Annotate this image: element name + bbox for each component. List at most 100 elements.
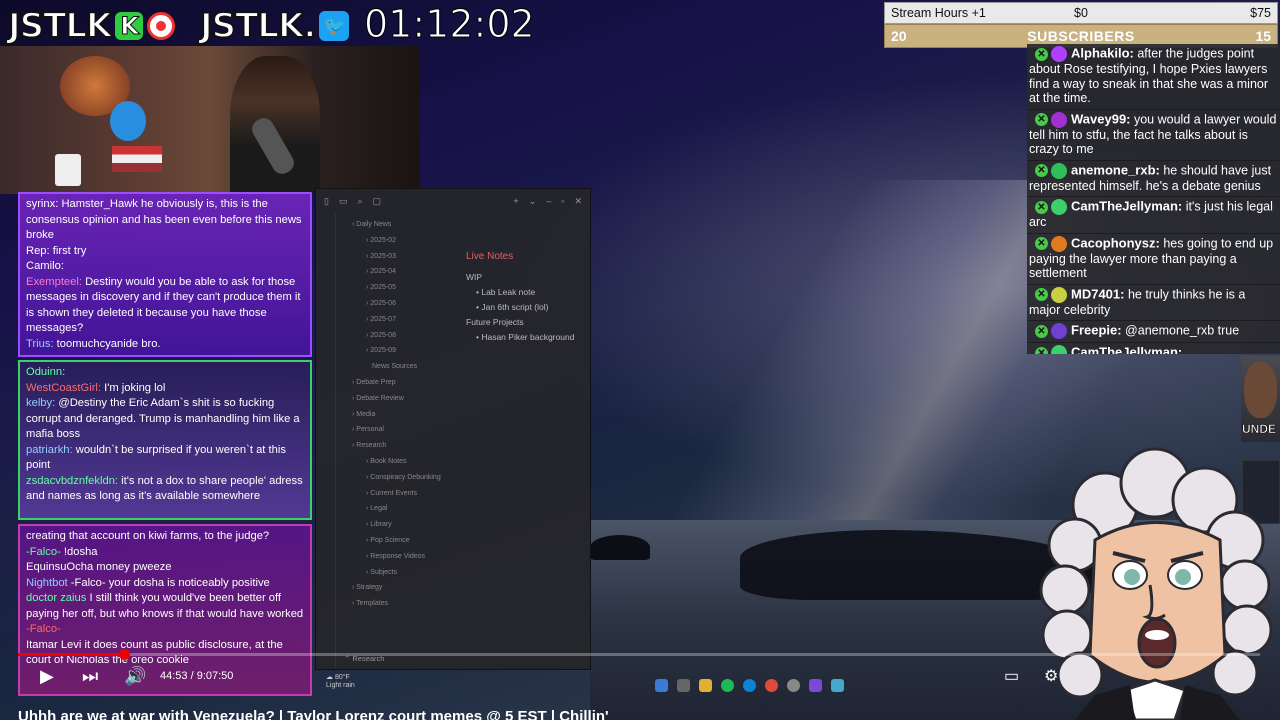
file-tree-item[interactable]: › 2025-05: [344, 280, 469, 296]
note-line[interactable]: • Jan 6th script (lol): [466, 300, 586, 315]
chat-username: patriarkh:: [26, 443, 76, 456]
video-title[interactable]: Uhhh are we at war with Venezuela? | Tay…: [18, 708, 609, 720]
note-line[interactable]: • Hasan Piker background: [466, 330, 586, 345]
chat-line: Nightbot -Falco- your dosha is noticeabl…: [26, 576, 304, 592]
file-tree-item[interactable]: › Conspiracy Debunking: [344, 470, 469, 486]
chat-username: Nightbot: [26, 576, 71, 589]
chat-username: CamTheJellyman:: [1071, 198, 1183, 214]
chat-username: Wavey99:: [1071, 110, 1131, 126]
file-tree-label: Strategy: [356, 584, 383, 592]
settings-gear-icon[interactable]: ⚙: [1044, 666, 1058, 686]
chat-username: syrinx:: [26, 198, 62, 210]
chat-message: ✕ Cacophonysz: hes going to end up paying…: [1027, 234, 1280, 285]
sub-goal: 15: [1255, 28, 1272, 44]
logo-text: JSTLK.: [199, 5, 317, 47]
chat-username: EquinsuOcha: [26, 561, 97, 573]
file-tree-item[interactable]: › 2025-02: [344, 233, 469, 249]
twitter-bird-icon: 🐦: [319, 11, 350, 41]
streamer: [230, 56, 320, 194]
jstlk-twitter-logo: JSTLK. 🐦: [199, 5, 350, 47]
file-tree-label: 2025-08: [370, 331, 396, 339]
thumbnail-text: UNDE: [1242, 422, 1277, 437]
chat-username: Oduinn:: [26, 366, 66, 378]
file-tree-item[interactable]: › 2025-03: [344, 249, 469, 265]
note-pane[interactable]: Live Notes WIP • Lab Leak note • Jan 6th s…: [466, 249, 586, 345]
logo-text: JSTLK: [7, 5, 113, 47]
chat-username: Freepie:: [1071, 322, 1122, 338]
maximize-icon[interactable]: ▫: [561, 196, 564, 206]
file-tree-item[interactable]: › Debate Prep: [344, 375, 469, 391]
file-tree-item[interactable]: › Personal: [344, 422, 469, 438]
file-tree-item[interactable]: › 2025-08: [344, 328, 469, 344]
chat-username: -Falco-: [26, 545, 64, 558]
file-tree-label: Debate Review: [356, 394, 404, 402]
file-tree-item[interactable]: › Response Videos: [344, 549, 469, 565]
note-line[interactable]: • Lab Leak note: [466, 285, 586, 300]
note-line[interactable]: WIP: [466, 270, 586, 285]
file-tree-label: 2025-09: [370, 347, 396, 355]
minimize-icon[interactable]: –: [546, 196, 551, 206]
rocks-silhouette-small: [590, 535, 650, 560]
chat-username: -Falco-: [26, 623, 61, 635]
file-tree-item[interactable]: › Subjects: [344, 565, 469, 581]
new-tab-icon[interactable]: +: [513, 196, 518, 206]
secondary-chat-overlay: syrinx: Hamster_Hawk he obviously is, th…: [18, 192, 312, 697]
file-tree-item[interactable]: News Sources: [344, 359, 469, 375]
file-tree-item[interactable]: › Pop Science: [344, 533, 469, 549]
thumbnail-face: [1244, 362, 1277, 418]
stream-frame: JSTLK K JSTLK. 🐦 01:12:02 Stream Hours +…: [0, 0, 1280, 720]
file-tree-label: 2025-04: [370, 268, 396, 276]
file-tree-item[interactable]: › Templates: [344, 596, 469, 612]
notes-app-window[interactable]: ▯ ▭ ⌕ ▢ + ⌄ – ▫ ✕ › Daily News › 2025-02 ›…: [315, 188, 591, 670]
chat-overlay: ✕ Alphakilo: after the judges point about…: [1027, 44, 1280, 354]
user-avatar: [1051, 46, 1067, 62]
file-tree-item[interactable]: › Strategy: [344, 580, 469, 596]
chat-box-1: syrinx: Hamster_Hawk he obviously is, th…: [18, 192, 312, 357]
file-tree-item[interactable]: › 2025-07: [344, 312, 469, 328]
progress-bar[interactable]: [18, 649, 1260, 660]
scrubber-handle[interactable]: [119, 649, 130, 660]
file-tree-item[interactable]: › Media: [344, 407, 469, 423]
file-tree-label: News Sources: [372, 363, 418, 371]
file-tree-item[interactable]: › Current Events: [344, 486, 469, 502]
file-tree-item[interactable]: › 2025-06: [344, 296, 469, 312]
volume-icon[interactable]: 🔊: [124, 666, 146, 687]
file-tree[interactable]: › Daily News › 2025-02 › 2025-03 › 2025-04 ›…: [344, 217, 469, 645]
note-line[interactable]: Future Projects: [466, 315, 586, 330]
sidebar-toggle-icon[interactable]: ▯: [324, 196, 329, 207]
chat-line: doctor zaius I still think you would've …: [26, 591, 304, 622]
file-tree-item[interactable]: › Research: [344, 438, 469, 454]
subtitles-icon[interactable]: ▭: [1004, 666, 1019, 686]
search-icon[interactable]: ⌕: [357, 196, 362, 207]
chevron-down-icon[interactable]: ⌄: [529, 196, 537, 207]
chat-line: Trius: toomuchcyanide bro.: [26, 337, 304, 353]
file-tree-item[interactable]: › Book Notes: [344, 454, 469, 470]
jstlk-kick-logo: JSTLK K: [7, 5, 175, 47]
chat-username: Camilo:: [26, 260, 64, 272]
file-tree-item[interactable]: › Debate Review: [344, 391, 469, 407]
play-icon[interactable]: ▶: [40, 666, 54, 687]
chat-username: anemone_rxb:: [1071, 161, 1160, 177]
chat-line: kelby: @Destiny the Eric Adam`s shit is …: [26, 396, 304, 443]
close-icon[interactable]: ✕: [574, 196, 582, 207]
chat-text: Hamster_Hawk he obviously is, this is th…: [26, 198, 302, 241]
file-tree-label: Templates: [356, 600, 389, 608]
chat-username: doctor zaius: [26, 592, 90, 604]
chat-username: MD7401:: [1071, 285, 1125, 301]
file-tree-item[interactable]: › Library: [344, 517, 469, 533]
folder-icon[interactable]: ▭: [339, 196, 348, 207]
blue-figurine: [110, 101, 146, 141]
file-tree-item[interactable]: › Legal: [344, 501, 469, 517]
user-avatar: [1051, 286, 1067, 303]
file-tree-label: Pop Science: [370, 536, 410, 544]
next-icon[interactable]: ⏭: [82, 666, 98, 687]
file-tree-item[interactable]: › 2025-09: [344, 343, 469, 359]
bookmark-icon[interactable]: ▢: [373, 196, 382, 207]
file-tree-label: 2025-05: [370, 284, 396, 292]
mod-badge-icon: ✕: [1035, 288, 1048, 301]
file-tree-item[interactable]: › 2025-04: [344, 264, 469, 280]
file-tree-label: 2025-07: [370, 315, 396, 323]
file-tree-item[interactable]: › Daily News: [344, 217, 469, 233]
chat-line: -Falco-: [26, 622, 304, 638]
chat-message: ✕ CamTheJellyman: it's just his legal arc: [1027, 197, 1280, 234]
